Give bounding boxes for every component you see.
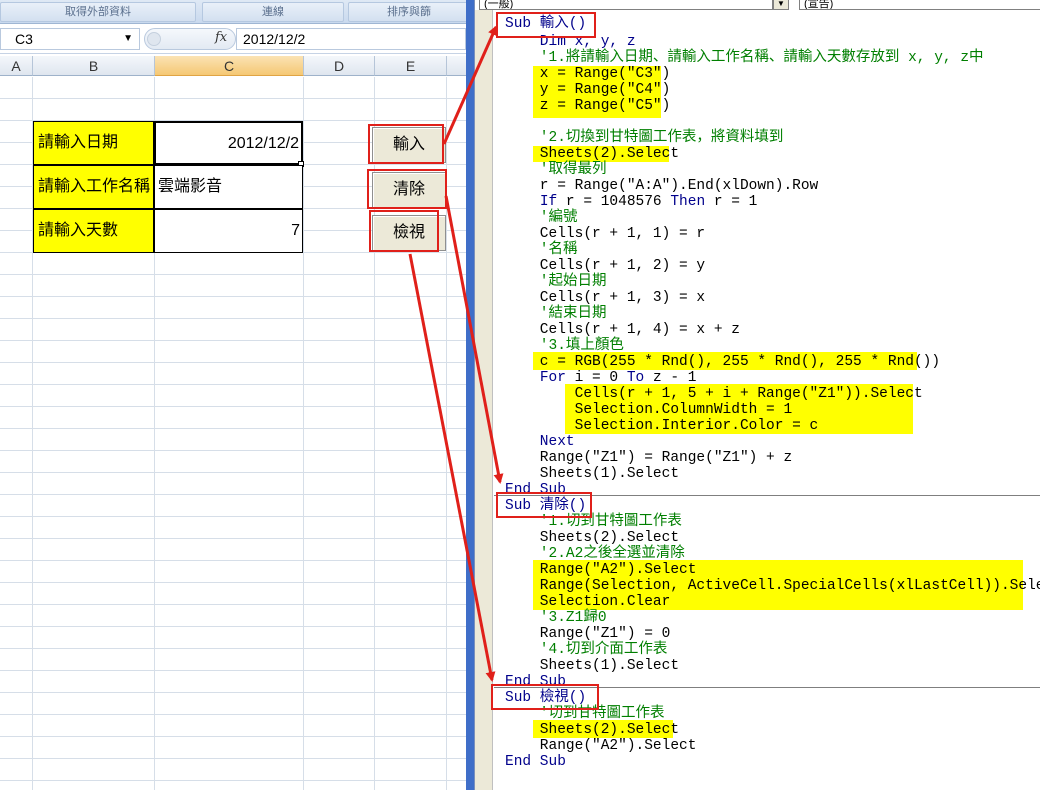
code-line[interactable]: Cells(r + 1, 5 + i + Range("Z1")).Select [505,386,923,402]
code-line[interactable]: Selection.ColumnWidth = 1 [505,402,793,418]
code-line[interactable]: x = Range("C3") [505,66,671,82]
splitter-handle-icon[interactable] [147,32,161,46]
code-line[interactable]: '取得最列 [505,162,607,178]
code-line[interactable]: Sheets(1).Select [505,658,679,674]
cell-c3-date[interactable]: 2012/12/2 [154,121,303,165]
formula-bar-expander[interactable]: fx [144,28,236,50]
code-line[interactable]: c = RGB(255 * Rnd(), 255 * Rnd(), 255 * … [505,354,940,370]
code-line[interactable]: '4.切到介面工作表 [505,642,668,658]
code-line[interactable]: Cells(r + 1, 3) = x [505,290,705,306]
code-line[interactable]: Range(Selection, ActiveCell.SpecialCells… [505,578,1040,594]
code-line[interactable]: Cells(r + 1, 1) = r [505,226,705,242]
code-line[interactable]: Sheets(1).Select [505,466,679,482]
code-line[interactable]: Range("Z1") = Range("Z1") + z [505,450,792,466]
column-header-a[interactable]: A [0,56,33,76]
cell-c5-days[interactable]: 7 [154,209,303,253]
formula-input[interactable]: 2012/12/2 [236,28,466,50]
code-line[interactable]: Sub 輸入() [505,16,586,32]
ribbon-sort-filter[interactable]: 排序與篩 [348,2,466,22]
name-box-value: C3 [15,31,33,47]
code-line[interactable]: '結束日期 [505,306,607,322]
ribbon-connections[interactable]: 連線 [202,2,344,22]
code-line[interactable]: Sheets(2).Select [505,722,679,738]
code-line[interactable]: '3.填上顏色 [505,338,624,354]
code-line[interactable]: Dim x, y, z [505,34,636,50]
code-line[interactable]: r = Range("A:A").End(xlDown).Row [505,178,818,194]
column-header-f[interactable] [447,56,466,76]
code-line[interactable]: '2.切換到甘特圖工作表，將資料填到 [505,130,784,146]
code-line[interactable]: End Sub [505,482,566,498]
code-line[interactable]: y = Range("C4") [505,82,671,98]
chevron-down-icon[interactable]: ▼ [123,29,133,49]
cell-c4-task-name[interactable]: 雲端影音 [154,165,303,209]
name-box[interactable]: C3 ▼ [0,28,140,50]
code-line[interactable]: Sub 檢視() [505,690,586,706]
code-margin-indicator-bar[interactable] [475,10,493,790]
clear-button[interactable]: 清除 [372,172,446,208]
code-line[interactable]: z = Range("C5") [505,98,671,114]
vba-code-window: (一般) ▼ (宣告) Sub 輸入() Dim x, y, z '1.將請輸入… [474,0,1040,790]
column-header-c[interactable]: C [155,56,304,76]
code-line[interactable]: Range("Z1") = 0 [505,626,671,642]
excel-window: 取得外部資料 連線 排序與篩 C3 ▼ fx 2012/12/2 A B C D… [0,0,466,790]
cell-b4-label[interactable]: 請輸入工作名稱 [33,165,154,209]
cell-b3-label[interactable]: 請輸入日期 [33,121,154,165]
column-header-d[interactable]: D [304,56,375,76]
insert-function-icon[interactable]: fx [215,30,227,45]
code-line[interactable]: End Sub [505,754,566,770]
cell-b5-label[interactable]: 請輸入天數 [33,209,154,253]
ribbon-get-external-data[interactable]: 取得外部資料 [0,2,196,22]
view-button[interactable]: 檢視 [372,215,446,251]
code-line[interactable]: '1.將請輸入日期、請輸入工作名稱、請輸入天數存放到 x, y, z中 [505,50,984,66]
code-line[interactable]: '編號 [505,210,578,226]
code-line[interactable]: Range("A2").Select [505,562,697,578]
code-line[interactable]: Selection.Clear [505,594,671,610]
formula-bar: C3 ▼ fx 2012/12/2 [0,26,466,54]
code-line[interactable]: Selection.Interior.Color = c [505,418,819,434]
code-line[interactable]: Cells(r + 1, 4) = x + z [505,322,740,338]
ribbon-data-tab: 取得外部資料 連線 排序與篩 [0,0,466,24]
column-header-b[interactable]: B [33,56,155,76]
code-line[interactable]: '名稱 [505,242,578,258]
code-line[interactable]: Range("A2").Select [505,738,697,754]
code-line[interactable]: Next [505,434,575,450]
code-line[interactable]: End Sub [505,674,566,690]
column-header-e[interactable]: E [375,56,447,76]
code-line[interactable]: Sheets(2).Select [505,146,679,162]
code-line[interactable]: '起始日期 [505,274,607,290]
code-line[interactable]: Sub 清除() [505,498,586,514]
code-line[interactable]: If r = 1048576 Then r = 1 [505,194,758,210]
code-editor[interactable]: Sub 輸入() Dim x, y, z '1.將請輸入日期、請輸入工作名稱、請… [505,0,1040,790]
code-line[interactable]: '1.切到甘特圖工作表 [505,514,682,530]
code-line[interactable]: For i = 0 To z - 1 [505,370,697,386]
code-line[interactable]: '2.A2之後全選並清除 [505,546,685,562]
code-line[interactable]: '切到甘特圖工作表 [505,706,665,722]
input-button[interactable]: 輸入 [372,127,446,163]
code-line[interactable]: Sheets(2).Select [505,530,679,546]
code-line[interactable]: '3.Z1歸0 [505,610,607,626]
code-line[interactable]: Cells(r + 1, 2) = y [505,258,705,274]
window-splitter[interactable] [466,0,474,790]
